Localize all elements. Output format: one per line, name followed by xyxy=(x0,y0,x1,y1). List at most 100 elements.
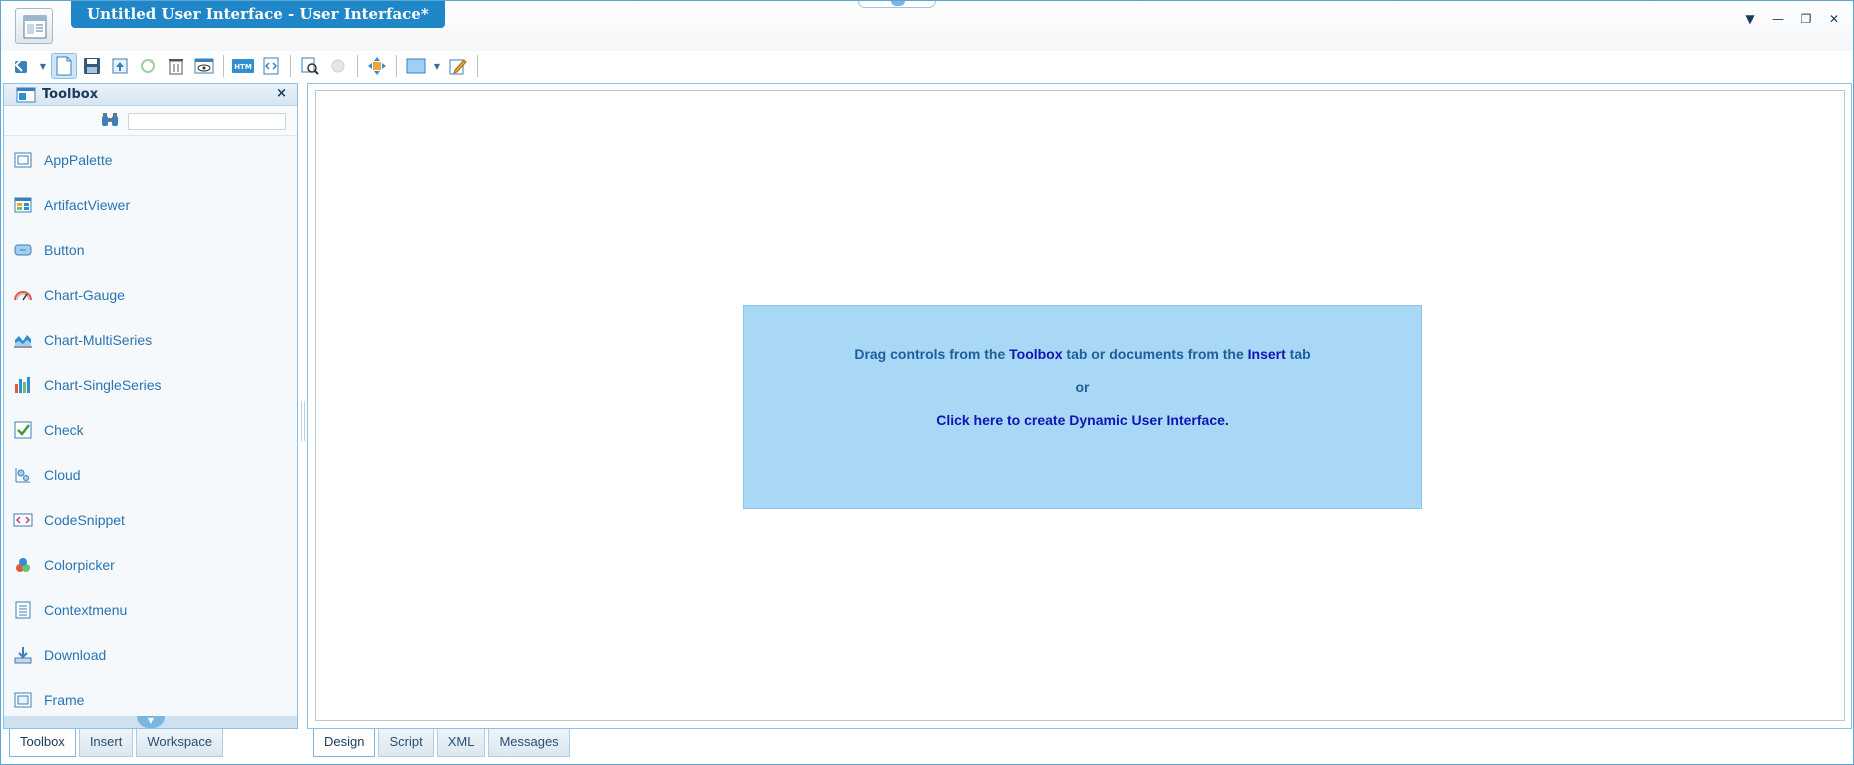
design-canvas[interactable]: Drag controls from the Toolbox tab or do… xyxy=(315,90,1845,721)
toolbar-separator xyxy=(357,55,358,77)
html-icon: HTM xyxy=(232,59,254,73)
back-dropdown[interactable]: ▼ xyxy=(37,53,49,79)
tab-insert[interactable]: Insert xyxy=(78,729,134,757)
toolbox-item-codesnippet[interactable]: CodeSnippet xyxy=(4,497,297,542)
toolbox-item-label: AppPalette xyxy=(44,151,113,168)
toolbox-header: Toolbox × xyxy=(4,84,297,106)
edit-pencil-icon xyxy=(449,59,467,75)
toolbox-item-label: Colorpicker xyxy=(44,556,115,573)
move-arrows-icon xyxy=(368,57,386,75)
bar-chart-icon xyxy=(12,374,34,396)
window-controls: ▼ — ❐ ✕ xyxy=(1741,10,1843,28)
new-document-icon xyxy=(56,56,72,76)
code-view-button[interactable] xyxy=(258,53,284,79)
publish-icon xyxy=(112,58,128,74)
checkbox-icon xyxy=(12,419,34,441)
chevron-down-icon[interactable]: ▼ xyxy=(137,716,165,728)
edit-properties-button[interactable] xyxy=(445,53,471,79)
toolbox-keyword: Toolbox xyxy=(1009,346,1063,362)
colorpicker-icon xyxy=(12,554,34,576)
toolbox-item-label: Button xyxy=(44,241,85,258)
toolbox-item-label: Chart-Gauge xyxy=(44,286,125,303)
gauge-icon xyxy=(12,284,34,306)
menu-dropdown-button[interactable]: ▼ xyxy=(1741,10,1759,28)
app-palette-icon xyxy=(12,149,34,171)
close-button[interactable]: ✕ xyxy=(1825,10,1843,28)
toolbox-item-contextmenu[interactable]: Contextmenu xyxy=(4,587,297,632)
toolbox-panel: Toolbox × AppPalette ArtifactViewer Butt… xyxy=(3,83,298,729)
toolbox-item-colorpicker[interactable]: Colorpicker xyxy=(4,542,297,587)
toolbox-item-label: Frame xyxy=(44,691,85,708)
toolbox-item-artifactviewer[interactable]: ArtifactViewer xyxy=(4,182,297,227)
collapse-handle[interactable] xyxy=(858,1,936,8)
toolbox-item-label: Chart-SingleSeries xyxy=(44,376,162,393)
toolbox-item-check[interactable]: Check xyxy=(4,407,297,452)
insert-keyword: Insert xyxy=(1247,346,1286,362)
binoculars-icon[interactable] xyxy=(101,112,119,132)
refresh-button[interactable] xyxy=(135,53,161,79)
toolbox-icon xyxy=(16,87,36,107)
search-code-icon xyxy=(301,57,319,75)
ui-designer-icon xyxy=(23,15,47,39)
toolbar-separator xyxy=(290,55,291,77)
context-menu-icon xyxy=(12,599,34,621)
back-button[interactable] xyxy=(9,53,35,79)
toolbox-item-label: Contextmenu xyxy=(44,601,128,618)
download-icon xyxy=(12,644,34,666)
delete-button[interactable] xyxy=(163,53,189,79)
toolbox-scroll-down: ▼ xyxy=(4,716,297,728)
area-chart-icon xyxy=(12,329,34,351)
layout-button[interactable] xyxy=(403,53,429,79)
back-arrow-icon xyxy=(14,58,27,73)
svg-text:HTM: HTM xyxy=(234,63,252,71)
code-file-icon xyxy=(263,57,279,75)
left-tab-bar: Toolbox Insert Workspace xyxy=(9,729,224,757)
tab-xml[interactable]: XML xyxy=(436,729,486,757)
tab-script[interactable]: Script xyxy=(378,729,434,757)
toolbox-item-button[interactable]: Button xyxy=(4,227,297,272)
tab-workspace[interactable]: Workspace xyxy=(136,729,224,757)
html-button[interactable]: HTM xyxy=(230,53,256,79)
restore-button[interactable]: ❐ xyxy=(1797,10,1815,28)
design-area: Drag controls from the Toolbox tab or do… xyxy=(307,83,1852,729)
new-document-button[interactable] xyxy=(51,53,77,79)
toolbox-item-label: Check xyxy=(44,421,84,438)
disabled-tool-button[interactable] xyxy=(325,53,351,79)
minimize-button[interactable]: — xyxy=(1769,10,1787,28)
toolbox-item-chart-gauge[interactable]: Chart-Gauge xyxy=(4,272,297,317)
tab-toolbox[interactable]: Toolbox xyxy=(9,729,76,757)
design-tab-bar: Design Script XML Messages xyxy=(313,729,570,757)
toolbox-item-label: Chart-MultiSeries xyxy=(44,331,153,348)
frame-icon xyxy=(12,689,34,711)
cloud-icon xyxy=(12,464,34,486)
layout-dropdown[interactable]: ▼ xyxy=(431,53,443,79)
toolbar-separator xyxy=(396,55,397,77)
create-dynamic-ui-link[interactable]: Click here to create Dynamic User Interf… xyxy=(744,412,1421,428)
toolbox-item-download[interactable]: Download xyxy=(4,632,297,677)
tab-messages[interactable]: Messages xyxy=(488,729,570,757)
auto-layout-button[interactable] xyxy=(364,53,390,79)
publish-button[interactable] xyxy=(107,53,133,79)
panel-splitter[interactable] xyxy=(301,401,305,441)
toolbox-item-label: Download xyxy=(44,646,107,663)
toolbox-item-cloud[interactable]: Cloud xyxy=(4,452,297,497)
drop-zone[interactable]: Drag controls from the Toolbox tab or do… xyxy=(743,305,1422,509)
pointer-icon xyxy=(331,59,345,73)
toolbox-item-chart-multiseries[interactable]: Chart-MultiSeries xyxy=(4,317,297,362)
preview-button[interactable] xyxy=(191,53,217,79)
title-bar: Untitled User Interface - User Interface… xyxy=(1,1,1853,51)
toolbox-search-input[interactable] xyxy=(128,113,286,130)
toolbox-item-chart-singleseries[interactable]: Chart-SingleSeries xyxy=(4,362,297,407)
toolbar: ▼ HTM ▼ xyxy=(9,52,482,80)
tab-design[interactable]: Design xyxy=(313,729,376,757)
drop-or-text: or xyxy=(1075,379,1090,395)
save-button[interactable] xyxy=(79,53,105,79)
toolbox-item-apppalette[interactable]: AppPalette xyxy=(4,137,297,182)
find-code-button[interactable] xyxy=(297,53,323,79)
app-icon[interactable] xyxy=(15,8,53,44)
toolbox-list: AppPalette ArtifactViewer Button Chart-G… xyxy=(4,137,297,722)
window-title: Untitled User Interface - User Interface… xyxy=(71,1,445,28)
close-icon[interactable]: × xyxy=(276,86,287,101)
code-snippet-icon xyxy=(12,509,34,531)
drop-instructions: Drag controls from the Toolbox tab or do… xyxy=(744,346,1421,362)
